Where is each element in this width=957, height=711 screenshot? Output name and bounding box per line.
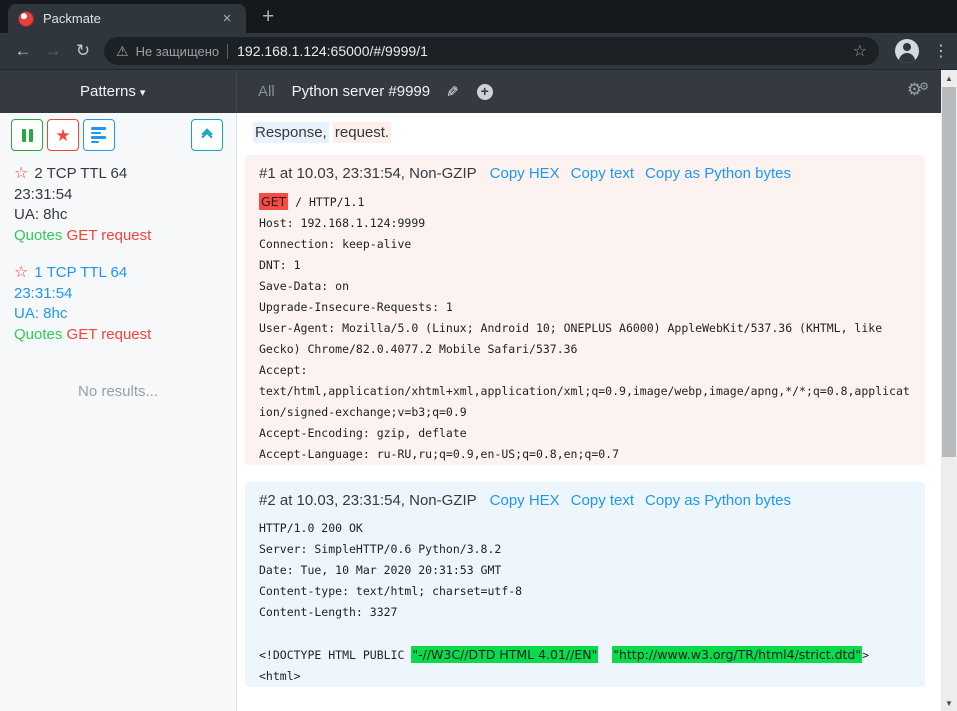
copy-hex-link[interactable]: Copy HEX [490, 165, 560, 182]
reload-icon[interactable]: ↻ [68, 41, 98, 61]
browser-menu-icon[interactable]: ⋮ [933, 41, 949, 61]
favorite-star-icon[interactable]: ☆ [14, 164, 28, 185]
favorite-star-icon[interactable]: ☆ [14, 263, 28, 284]
stream-user-agent: UA: 8hc [14, 304, 222, 325]
stream-item[interactable]: ☆ 2 TCP TTL 64 23:31:54 UA: 8hc Quotes G… [14, 164, 222, 246]
stream-tags: Quotes GET request [14, 325, 222, 346]
url-divider [227, 44, 228, 59]
packet-header: #1 at 10.03, 23:31:54, Non-GZIP Copy HEX C… [259, 163, 911, 184]
scroll-down-arrow[interactable]: ▼ [941, 695, 957, 711]
stream-title: 2 TCP TTL 64 [34, 164, 127, 185]
copy-text-link[interactable]: Copy text [571, 492, 634, 509]
packet-header: #2 at 10.03, 23:31:54, Non-GZIP Copy HEX C… [259, 490, 911, 511]
tab-title: Packmate [43, 11, 218, 26]
add-service-icon[interactable]: + [477, 84, 493, 100]
no-results-label: No results... [14, 382, 222, 403]
packet-meta: #1 at 10.03, 23:31:54, Non-GZIP [259, 165, 477, 182]
tag-get-request: GET request [67, 326, 152, 343]
forward-icon[interactable]: → [38, 41, 68, 61]
caret-down-icon: ▾ [140, 87, 146, 99]
stream-time: 23:31:54 [14, 185, 222, 206]
patterns-dropdown[interactable]: Patterns ▾ [80, 83, 145, 100]
packet-card-response: #2 at 10.03, 23:31:54, Non-GZIP Copy HEX C… [245, 482, 925, 687]
close-tab-icon[interactable]: × [218, 10, 236, 27]
stream-list-button[interactable] [83, 119, 115, 151]
edit-service-icon[interactable]: ✎ [446, 83, 459, 101]
stream-title-row: ☆ 2 TCP TTL 64 [14, 164, 222, 185]
pause-icon [22, 129, 33, 142]
packmate-favicon [18, 11, 34, 27]
tag-get-request: GET request [67, 227, 152, 244]
sidebar-toolbar: ★ [0, 119, 236, 151]
settings-gears-icon[interactable]: ⚙⚙ [907, 80, 929, 100]
back-icon[interactable]: ← [8, 41, 38, 61]
pattern-match-green: "http://www.w3.org/TR/html4/strict.dtd" [612, 646, 862, 663]
stream-summary: Response, request. [245, 121, 941, 143]
stream-user-agent: UA: 8hc [14, 205, 222, 226]
profile-avatar[interactable] [895, 39, 919, 63]
packet-view: Response, request. #1 at 10.03, 23:31:54… [237, 113, 941, 711]
stream-time: 23:31:54 [14, 284, 222, 305]
scroll-up-arrow[interactable]: ▲ [941, 70, 957, 86]
packet-card-request: #1 at 10.03, 23:31:54, Non-GZIP Copy HEX C… [245, 155, 925, 465]
text-segment [598, 648, 612, 662]
page-scrollbar[interactable]: ▲ ▼ [941, 70, 957, 711]
new-tab-button[interactable]: + [262, 4, 274, 30]
copy-python-bytes-link[interactable]: Copy as Python bytes [645, 492, 791, 509]
browser-tab-packmate[interactable]: Packmate × [8, 4, 246, 33]
tab-strip: Packmate × + [0, 0, 957, 33]
stream-sidebar: ★ ☆ 2 TCP TTL 64 23:31:54 UA: 8 [0, 113, 237, 711]
collapse-sidebar-button[interactable] [191, 119, 223, 151]
app-navbar: Patterns ▾ All Python server #9999 ✎ + ⚙⚙ [0, 70, 957, 113]
text-segment: / HTTP/1.1 Host: 192.168.1.124:9999 Conn… [259, 195, 910, 461]
copy-python-bytes-link[interactable]: Copy as Python bytes [645, 165, 791, 182]
page-content: ★ ☆ 2 TCP TTL 64 23:31:54 UA: 8 [0, 113, 957, 711]
scrollbar-thumb[interactable] [942, 87, 956, 457]
service-name: Python server #9999 [292, 83, 430, 100]
packet-body: GET / HTTP/1.1 Host: 192.168.1.124:9999 … [259, 191, 911, 465]
tag-quotes: Quotes [14, 227, 62, 244]
favorites-filter-button[interactable]: ★ [47, 119, 79, 151]
url-text[interactable]: 192.168.1.124:65000/#/9999/1 [237, 43, 845, 59]
navbar-left-section: Patterns ▾ [0, 70, 237, 113]
stream-item-selected[interactable]: ☆ 1 TCP TTL 64 23:31:54 UA: 8hc Quotes G… [14, 263, 222, 345]
address-bar[interactable]: ⚠ Не защищено 192.168.1.124:65000/#/9999… [104, 37, 879, 65]
stream-tags: Quotes GET request [14, 226, 222, 247]
security-label[interactable]: Не защищено [136, 44, 220, 59]
packet-body: HTTP/1.0 200 OK Server: SimpleHTTP/0.6 P… [259, 518, 911, 687]
align-left-icon [91, 127, 107, 143]
pattern-match-green: "-//W3C//DTD HTML 4.01//EN" [411, 646, 598, 663]
pause-capture-button[interactable] [11, 119, 43, 151]
stream-title-row: ☆ 1 TCP TTL 64 [14, 263, 222, 284]
stream-title: 1 TCP TTL 64 [34, 263, 127, 284]
gear-small-icon: ⚙ [919, 81, 929, 93]
stream-list: ☆ 2 TCP TTL 64 23:31:54 UA: 8hc Quotes G… [0, 151, 236, 403]
copy-text-link[interactable]: Copy text [571, 165, 634, 182]
patterns-label: Patterns [80, 83, 136, 100]
star-icon: ★ [55, 127, 70, 144]
bookmark-star-icon[interactable]: ☆ [853, 41, 867, 61]
pattern-match-red: GET [259, 193, 288, 210]
pattern-match-sum-blue: Response, [253, 122, 329, 143]
browser-toolbar: ← → ↻ ⚠ Не защищено 192.168.1.124:65000/… [0, 33, 957, 70]
filter-all-link[interactable]: All [258, 83, 275, 100]
copy-hex-link[interactable]: Copy HEX [490, 492, 560, 509]
not-secure-warning-icon[interactable]: ⚠ [116, 43, 129, 60]
text-segment: HTTP/1.0 200 OK Server: SimpleHTTP/0.6 P… [259, 521, 522, 662]
browser-window: Packmate × + ← → ↻ ⚠ Не защищено 192.168… [0, 0, 957, 711]
packet-meta: #2 at 10.03, 23:31:54, Non-GZIP [259, 492, 477, 509]
tag-quotes: Quotes [14, 326, 62, 343]
pattern-match-sum-red: request. [333, 122, 391, 143]
